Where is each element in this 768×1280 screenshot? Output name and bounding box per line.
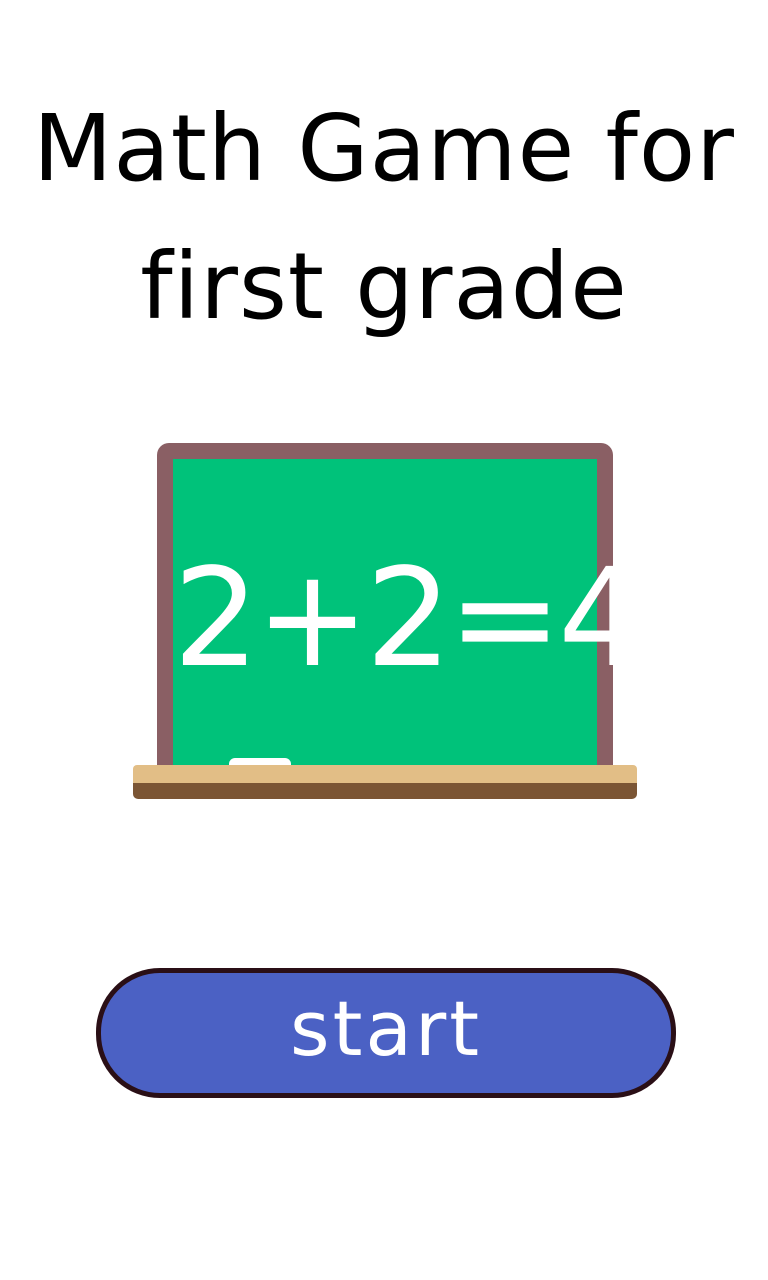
chalkboard-surface: 2+2=4: [173, 459, 645, 784]
chalk-ledge-bottom: [133, 783, 637, 799]
title-line-2: first grade: [140, 232, 628, 340]
page-title: Math Game for first grade: [0, 80, 768, 356]
chalkboard-icon: 2+2=4: [133, 443, 645, 799]
start-button[interactable]: start: [96, 968, 676, 1098]
chalkboard-equation: 2+2=4: [173, 540, 645, 698]
title-line-1: Math Game for: [32, 94, 735, 202]
chalk-ledge-top: [133, 765, 637, 783]
chalkboard-frame: 2+2=4: [157, 443, 645, 784]
start-button-label: start: [289, 984, 482, 1073]
